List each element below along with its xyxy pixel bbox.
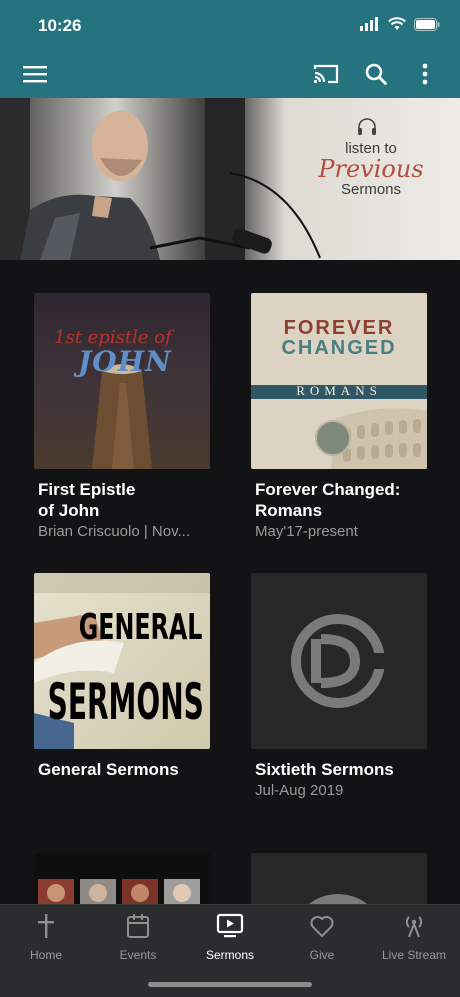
nav-give[interactable]: Give [276, 913, 368, 962]
series-title-line-1: Sixtieth Sermons [255, 760, 394, 779]
heart-icon [310, 916, 334, 938]
series-title-line-2: Romans [255, 501, 323, 520]
nav-live-stream[interactable]: Live Stream [368, 913, 460, 962]
series-artwork [34, 853, 210, 904]
headphones-icon [358, 118, 376, 135]
nav-events[interactable]: Events [92, 913, 184, 962]
nav-home[interactable]: Home [0, 913, 92, 962]
home-indicator [148, 982, 312, 987]
status-bar: 10:26 [0, 0, 460, 50]
series-title-line-1: First Epistle [38, 480, 136, 499]
broadcast-icon [405, 916, 423, 938]
search-icon [365, 63, 387, 85]
app-toolbar [0, 50, 460, 98]
series-title: First Epistle of John [38, 479, 210, 521]
series-artwork [251, 573, 427, 749]
series-title-line-1: General Sermons [38, 760, 179, 779]
series-artwork: FOREVER CHANGED ROMANS [251, 293, 427, 469]
nav-home-label: Home [29, 948, 62, 962]
previous-sermons-banner[interactable]: listen to Previous Sermons [0, 98, 460, 260]
series-subtitle: May'17-present [255, 523, 358, 540]
nav-live-stream-label: Live Stream [381, 948, 447, 962]
nav-events-label: Events [119, 948, 157, 962]
series-card-partial-left[interactable] [34, 853, 210, 904]
artwork-caption-2: JOHN [78, 345, 172, 378]
series-artwork [251, 853, 427, 904]
church-logo-icon [309, 894, 367, 904]
banner-text: listen to Previous Sermons [316, 140, 426, 198]
artwork-caption-2: SERMONS [47, 673, 204, 731]
signal-icon [360, 17, 378, 31]
series-title: Sixtieth Sermons [255, 759, 427, 780]
banner-line-3: Sermons [340, 181, 402, 198]
series-title: Forever Changed: Romans [255, 479, 427, 521]
series-artwork: 1st epistle of JOHN [34, 293, 210, 469]
calendar-icon [127, 914, 149, 938]
more-options-button[interactable] [403, 50, 447, 98]
series-subtitle: Jul-Aug 2019 [255, 782, 344, 799]
status-icons [360, 17, 440, 31]
sermon-series-grid: 1st epistle of JOHN First Epistle of Joh… [0, 260, 460, 904]
series-card-general-sermons[interactable]: GENERAL SERMONS General Sermons [34, 573, 210, 780]
series-artwork: GENERAL SERMONS [34, 573, 210, 749]
series-title: General Sermons [38, 759, 210, 780]
speakers-photo-strip [38, 879, 200, 904]
series-card-first-epistle-of-john[interactable]: 1st epistle of JOHN First Epistle of Joh… [34, 293, 210, 540]
cross-icon [38, 914, 54, 938]
series-title-line-1: Forever Changed: [255, 480, 401, 499]
play-screen-icon [216, 913, 244, 938]
wifi-icon [388, 17, 406, 30]
more-vertical-icon [422, 63, 428, 85]
cast-icon [313, 64, 339, 84]
series-title-line-2: of John [38, 501, 100, 520]
book-illustration [92, 364, 152, 469]
battery-icon [414, 17, 440, 31]
status-time: 10:26 [38, 16, 82, 35]
menu-button[interactable] [13, 50, 57, 98]
nav-sermons-label: Sermons [205, 948, 255, 962]
series-card-sixtieth-sermons[interactable]: Sixtieth Sermons Jul-Aug 2019 [251, 573, 427, 799]
series-subtitle: Brian Criscuolo | Nov... [38, 523, 190, 540]
colosseum-illustration [315, 408, 427, 469]
hamburger-icon [23, 66, 47, 83]
cast-button[interactable] [304, 50, 348, 98]
search-button[interactable] [354, 50, 398, 98]
nav-sermons[interactable]: Sermons [184, 913, 276, 962]
banner-line-2: Previous [318, 155, 424, 183]
series-card-partial-right[interactable] [251, 853, 427, 904]
nav-give-label: Give [309, 948, 335, 962]
series-card-forever-changed-romans[interactable]: FOREVER CHANGED ROMANS Forever Changed: … [251, 293, 427, 540]
artwork-caption-1: GENERAL [78, 607, 202, 648]
church-logo-icon [291, 614, 391, 708]
